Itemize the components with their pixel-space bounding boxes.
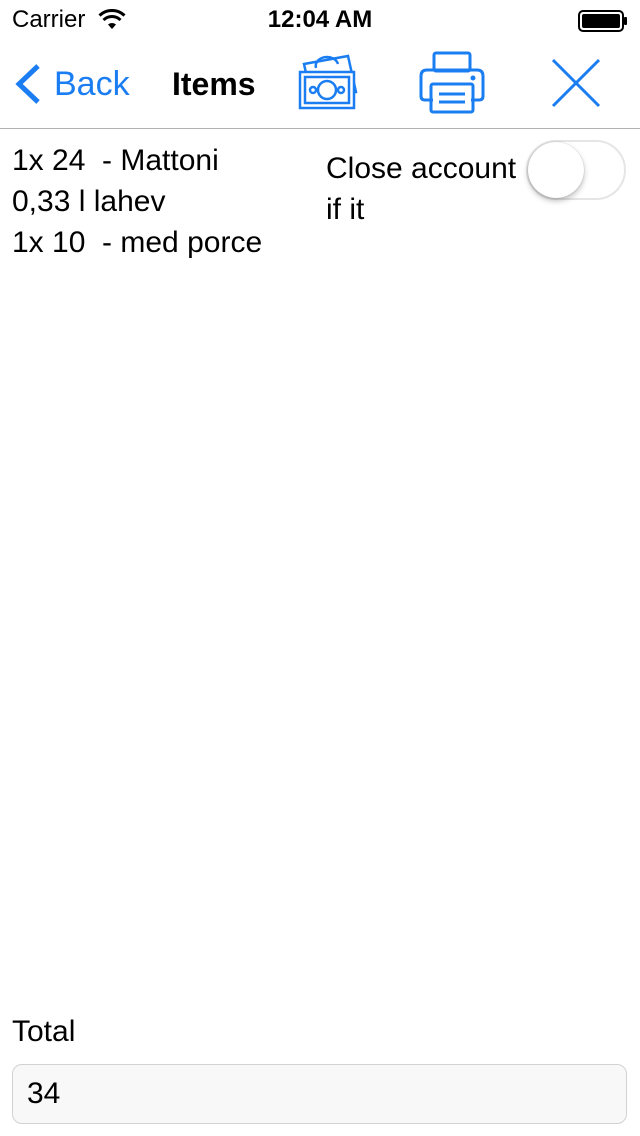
cash-icon[interactable] — [296, 52, 362, 112]
chevron-left-icon — [15, 64, 40, 104]
close-icon[interactable] — [550, 57, 602, 109]
status-bar: Carrier 12:04 AM — [0, 0, 640, 40]
close-account-toggle[interactable] — [526, 140, 626, 200]
print-icon[interactable] — [417, 50, 487, 114]
toggle-knob — [528, 142, 584, 198]
screen: Carrier 12:04 AM Back Items 1x 24 - Matt… — [0, 0, 640, 1136]
battery-icon — [578, 10, 627, 32]
status-time: 12:04 AM — [267, 6, 373, 33]
back-label: Back — [54, 65, 130, 103]
list-item: 1x 10 - med porce — [12, 226, 263, 259]
list-item: 0,33 l lahev — [12, 185, 166, 218]
back-button[interactable]: Back — [14, 62, 130, 106]
list-item: 1x 24 - Mattoni — [12, 144, 219, 177]
close-account-label: Close account if it — [326, 152, 517, 226]
total-field[interactable] — [12, 1064, 627, 1124]
page-title: Items — [172, 66, 256, 102]
navigation-bar: Back Items — [0, 40, 640, 129]
total-label: Total — [12, 1015, 76, 1048]
items-list: 1x 24 - Mattoni 0,33 l lahev 1x 10 - med… — [12, 140, 317, 263]
